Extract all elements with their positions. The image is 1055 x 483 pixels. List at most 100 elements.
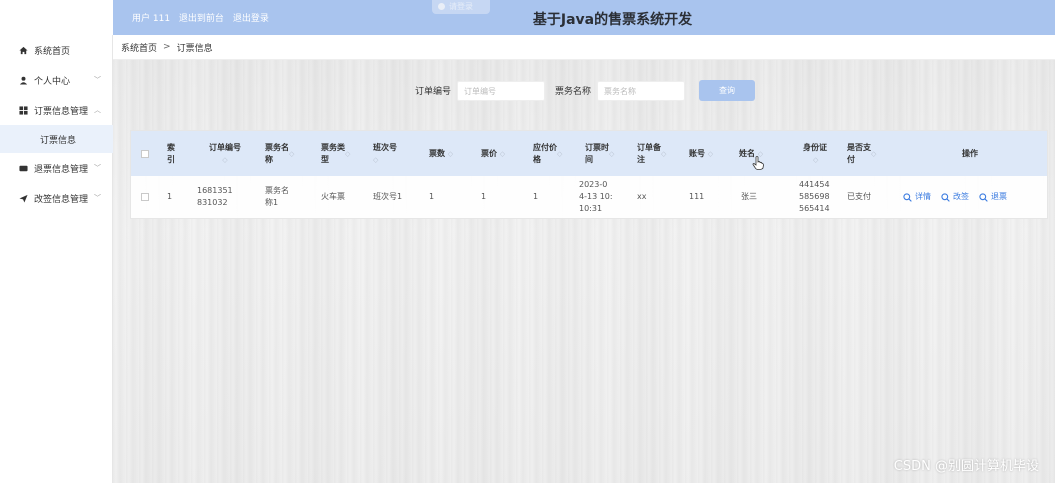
select-all-checkbox[interactable] — [131, 131, 167, 176]
cell-ticket-type: 火车票 — [309, 176, 361, 218]
col-remark[interactable]: 订单备 注 ◇ — [631, 131, 681, 176]
col-label: 账号 — [689, 148, 705, 158]
cell-paid: 已支付 — [841, 176, 893, 218]
sidebar-item-label: 系统首页 — [34, 46, 71, 57]
cell-ticket-name: 票务名 称1 — [253, 176, 309, 218]
col-label: 订单备 注 — [637, 142, 661, 164]
user-icon — [18, 75, 28, 85]
col-label: 应付价 格 — [533, 142, 557, 164]
sidebar-item-label: 改签信息管理 — [34, 194, 89, 205]
card-icon — [18, 163, 28, 173]
breadcrumb-home[interactable]: 系统首页 — [121, 41, 157, 54]
cell-due: 1 — [523, 176, 577, 218]
detail-label: 详情 — [915, 192, 931, 201]
home-icon — [18, 45, 28, 55]
cell-text: 票务名 称1 — [265, 186, 289, 207]
col-label: 票务名 称 — [265, 142, 289, 164]
cell-text: 1 — [533, 192, 539, 201]
col-time[interactable]: 订票时 间 ◇ — [577, 131, 631, 176]
col-index[interactable]: 索 引 — [167, 131, 197, 176]
table-row: 1 1681351 831032 票务名 称1 火车票 班次号1 1 1 1 2… — [131, 176, 1047, 218]
cell-text: 1 — [429, 192, 435, 201]
refund-button[interactable]: 退票 — [979, 191, 1007, 203]
sort-icon: ◇ — [871, 149, 877, 158]
col-label: 索 引 — [167, 142, 175, 164]
col-order-no[interactable]: 订单编号 ◇ — [197, 131, 253, 176]
sort-icon: ◇ — [557, 149, 563, 158]
chevron-down-icon: ﹀ — [94, 164, 101, 172]
change-button[interactable]: 改签 — [941, 191, 969, 203]
col-trip-no[interactable]: 班次号 ◇ — [361, 131, 415, 176]
chevron-down-icon: ﹀ — [94, 194, 101, 202]
cell-text: 111 — [689, 192, 705, 201]
sidebar-item-label: 订票信息 — [40, 135, 77, 146]
query-button[interactable]: 查询 — [699, 80, 756, 101]
sort-icon: ◇ — [289, 149, 295, 158]
cell-text: 441454 585698 565414 — [799, 180, 830, 213]
table-header: 索 引 订单编号 ◇ 票务名 称 ◇ 票务类 型 ◇ 班次号 ◇ 票数 ◇ 票价 ◇ 应… — [131, 131, 1047, 176]
col-ticket-name[interactable]: 票务名 称 ◇ — [253, 131, 309, 176]
order-table: 索 引 订单编号 ◇ 票务名 称 ◇ 票务类 型 ◇ 班次号 ◇ 票数 ◇ 票价 ◇ 应… — [130, 130, 1048, 219]
col-label: 票价 — [481, 148, 497, 158]
cell-text: xx — [637, 192, 647, 201]
sidebar-item-personal-center[interactable]: 个人中心 ﹀ — [0, 65, 113, 95]
cell-account: 111 — [681, 176, 735, 218]
cell-text: 2023-0 4-13 10: 10:31 — [579, 180, 613, 213]
col-id-card[interactable]: 身份证 ◇ — [787, 131, 841, 176]
sort-icon: ◇ — [447, 149, 454, 158]
csdn-watermark: CSDN @别圆计算机毕设 — [893, 459, 1039, 474]
col-label: 身份证 — [803, 142, 827, 152]
change-label: 改签 — [953, 192, 969, 201]
col-ticket-type[interactable]: 票务类 型 ◇ — [309, 131, 361, 176]
col-label: 是否支 付 — [847, 142, 871, 164]
order-no-input[interactable]: 订单编号 — [457, 80, 546, 101]
sidebar-item-order-info[interactable]: 订票信息 — [0, 125, 113, 153]
col-account[interactable]: 账号 ◇ — [681, 131, 735, 176]
cell-index: 1 — [167, 176, 197, 218]
cell-count: 1 — [415, 176, 467, 218]
order-no-label: 订单编号 — [415, 87, 452, 97]
cell-trip-no: 班次号1 — [361, 176, 415, 218]
ticket-name-label: 票务名称 — [555, 87, 592, 97]
sidebar-item-order-management[interactable]: 订票信息管理 ︿ — [0, 95, 113, 125]
sort-icon: ◇ — [707, 149, 714, 158]
grid-icon — [18, 105, 28, 115]
sidebar-item-home[interactable]: 系统首页 — [0, 35, 113, 65]
sidebar-item-label: 退票信息管理 — [34, 164, 89, 175]
cell-time: 2023-0 4-13 10: 10:31 — [577, 176, 631, 218]
refund-label: 退票 — [991, 192, 1007, 201]
cell-text: 1 — [481, 192, 487, 201]
cell-remark: xx — [631, 176, 681, 218]
sort-icon: ◇ — [222, 155, 228, 164]
search-icon — [941, 192, 950, 202]
breadcrumb-current: 订票信息 — [176, 43, 213, 54]
cell-text: 1681351 831032 — [197, 186, 233, 207]
cell-text: 1 — [167, 192, 173, 201]
ticket-name-input[interactable]: 票务名称 — [597, 80, 686, 101]
cell-price: 1 — [467, 176, 523, 218]
breadcrumb: 系统首页 > 订票信息 — [113, 35, 1055, 60]
cell-id-card: 441454 585698 565414 — [787, 176, 841, 218]
row-checkbox[interactable] — [131, 176, 167, 218]
cell-text: 张三 — [741, 192, 757, 201]
send-icon — [18, 193, 28, 203]
col-count[interactable]: 票数 ◇ — [415, 131, 467, 176]
hand-cursor-icon — [752, 156, 764, 170]
breadcrumb-separator: > — [163, 42, 171, 52]
sidebar-item-refund-management[interactable]: 退票信息管理 ﹀ — [0, 153, 113, 183]
cell-ops: 详情 改签 退票 — [893, 176, 1047, 218]
detail-button[interactable]: 详情 — [903, 191, 931, 203]
sort-icon: ◇ — [373, 155, 379, 164]
col-label: 票数 — [429, 148, 445, 158]
main-content — [113, 60, 1055, 483]
row-actions: 详情 改签 退票 — [903, 191, 1007, 203]
col-due[interactable]: 应付价 格 ◇ — [523, 131, 577, 176]
chevron-up-icon: ︿ — [94, 106, 101, 114]
col-price[interactable]: 票价 ◇ — [467, 131, 523, 176]
sidebar-item-label: 订票信息管理 — [34, 106, 89, 117]
chevron-down-icon: ﹀ — [94, 76, 101, 84]
col-paid[interactable]: 是否支 付 ◇ — [841, 131, 893, 176]
sort-icon: ◇ — [661, 149, 667, 158]
sort-icon: ◇ — [499, 149, 506, 158]
sidebar-item-change-management[interactable]: 改签信息管理 ﹀ — [0, 183, 113, 213]
